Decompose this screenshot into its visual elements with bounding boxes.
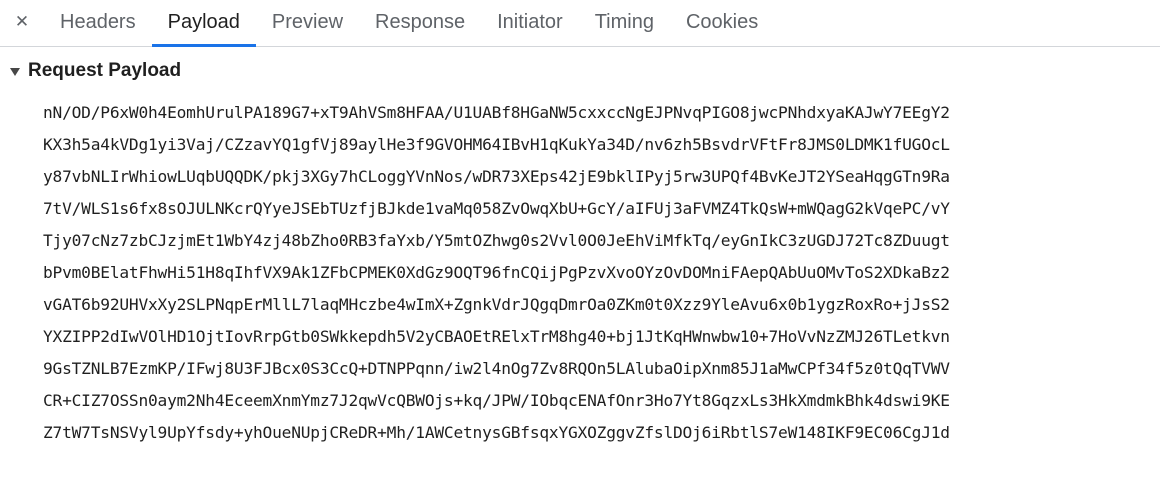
payload-content: nN/OD/P6xW0h4EomhUrulPA189G7+xT9AhVSm8HF…: [43, 97, 1153, 449]
request-payload-section-toggle[interactable]: Request Payload: [10, 58, 181, 84]
payload-line: Tjy07cNz7zbCJzjmEt1WbY4zj48bZho0RB3faYxb…: [43, 231, 950, 250]
tab-initiator[interactable]: Initiator: [481, 0, 579, 46]
payload-line: y87vbNLIrWhiowLUqbUQQDK/pkj3XGy7hCLoggYV…: [43, 167, 950, 186]
payload-line: YXZIPP2dIwVOlHD1OjtIovRrpGtb0SWkkepdh5V2…: [43, 327, 950, 346]
close-icon[interactable]: ✕: [0, 0, 44, 46]
devtools-tab-bar: ✕ Headers Payload Preview Response Initi…: [0, 0, 1160, 47]
tab-cookies[interactable]: Cookies: [670, 0, 774, 46]
payload-line: CR+CIZ7OSSn0aym2Nh4EceemXnmYmz7J2qwVcQBW…: [43, 391, 950, 410]
payload-line: 7tV/WLS1s6fx8sOJULNKcrQYyeJSEbTUzfjBJkde…: [43, 199, 950, 218]
tab-headers[interactable]: Headers: [44, 0, 152, 46]
tab-payload[interactable]: Payload: [151, 0, 257, 47]
payload-line: Z7tW7TsNSVyl9UpYfsdy+yhOueNUpjCReDR+Mh/1…: [43, 423, 950, 442]
payload-line: KX3h5a4kVDg1yi3Vaj/CZzavYQ1gfVj89aylHe3f…: [43, 135, 950, 154]
tab-preview[interactable]: Preview: [256, 0, 359, 46]
payload-line: nN/OD/P6xW0h4EomhUrulPA189G7+xT9AhVSm8HF…: [43, 103, 950, 122]
payload-line: 9GsTZNLB7EzmKP/IFwj8U3FJBcx0S3CcQ+DTNPPq…: [43, 359, 950, 378]
section-title: Request Payload: [28, 60, 182, 81]
tab-response[interactable]: Response: [359, 0, 481, 46]
tab-timing[interactable]: Timing: [579, 0, 670, 46]
expand-triangle-icon: [10, 67, 20, 76]
payload-line: vGAT6b92UHVxXy2SLPNqpErMllL7laqMHczbe4wI…: [43, 295, 950, 314]
payload-line: bPvm0BElatFhwHi51H8qIhfVX9Ak1ZFbCPMEK0Xd…: [43, 263, 950, 282]
